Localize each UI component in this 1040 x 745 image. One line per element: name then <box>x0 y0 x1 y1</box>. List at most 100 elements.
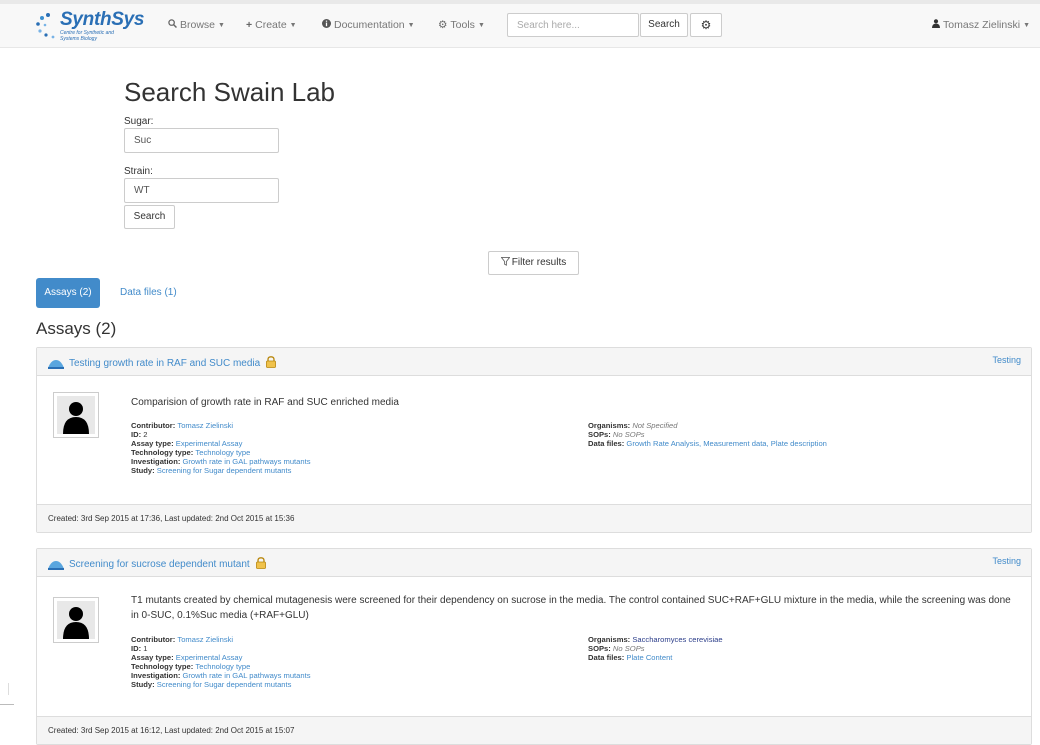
organisms-value: Not Specified <box>632 421 678 430</box>
assay-card-footer: Created: 3rd Sep 2015 at 16:12, Last upd… <box>37 716 1031 744</box>
chevron-down-icon: ▼ <box>289 21 297 29</box>
user-name: Tomasz Zielinski <box>943 19 1021 31</box>
meta-key: SOPs <box>588 430 609 439</box>
meta-key: Contributor <box>131 635 173 644</box>
project-tag-link[interactable]: Testing <box>992 556 1021 566</box>
logo-wordmark: SynthSys <box>60 9 145 30</box>
contributor-link[interactable]: Tomasz Zielinski <box>177 635 233 644</box>
assay-details-right: Organisms: Saccharomyces cerevisiae SOPs… <box>588 635 723 662</box>
investigation-link[interactable]: Growth rate in GAL pathways mutants <box>182 671 310 680</box>
organisms-link[interactable]: Saccharomyces cerevisiae <box>632 635 722 644</box>
page-edge-divider <box>0 704 14 705</box>
contributor-link[interactable]: Tomasz Zielinski <box>177 421 233 430</box>
meta-key: Assay type <box>131 653 172 662</box>
assay-title-link[interactable]: Testing growth rate in RAF and SUC media <box>69 356 277 371</box>
assay-card-header: Testing growth rate in RAF and SUC media… <box>37 348 1031 376</box>
investigation-link[interactable]: Growth rate in GAL pathways mutants <box>182 457 310 466</box>
assay-details-left: Contributor: Tomasz Zielinski ID: 2 Assa… <box>131 421 311 475</box>
chevron-down-icon: ▼ <box>218 21 225 29</box>
assay-card: Screening for sucrose dependent mutant T… <box>36 548 1032 745</box>
assay-details-left: Contributor: Tomasz Zielinski ID: 1 Assa… <box>131 635 311 689</box>
lock-icon <box>255 557 267 572</box>
sops-value: No SOPs <box>612 644 645 653</box>
data-files-links[interactable]: Plate Content <box>626 653 672 662</box>
info-circle-icon <box>322 19 331 31</box>
assay-id: 1 <box>143 644 148 653</box>
chevron-down-icon: ▼ <box>1023 21 1030 29</box>
chevron-down-icon: ▼ <box>407 21 415 29</box>
avatar-silhouette-icon <box>57 601 95 639</box>
assay-card-header: Screening for sucrose dependent mutant T… <box>37 549 1031 577</box>
site-search-button[interactable]: Search <box>640 13 688 37</box>
logo-dots-icon <box>36 13 55 39</box>
nav-documentation-menu[interactable]: Documentation ▼ <box>322 19 415 31</box>
technology-type-link[interactable]: Technology type <box>195 662 250 671</box>
assay-details-right: Organisms: Not Specified SOPs: No SOPs D… <box>588 421 827 448</box>
study-link[interactable]: Screening for Sugar dependent mutants <box>157 680 292 689</box>
search-submit-button[interactable]: Search <box>124 205 175 229</box>
assay-type-link[interactable]: Experimental Assay <box>176 439 243 448</box>
study-link[interactable]: Screening for Sugar dependent mutants <box>157 466 292 475</box>
filter-icon <box>500 253 511 275</box>
navbar-top-border <box>0 0 1040 4</box>
assay-timestamps: Created: 3rd Sep 2015 at 16:12, Last upd… <box>48 726 295 735</box>
technology-type-link[interactable]: Technology type <box>195 448 250 457</box>
meta-key: Assay type <box>131 439 172 448</box>
strain-label: Strain: <box>124 166 153 177</box>
assay-timestamps: Created: 3rd Sep 2015 at 17:36, Last upd… <box>48 514 295 523</box>
meta-key: SOPs <box>588 644 609 653</box>
nav-create-label: Create <box>255 19 287 31</box>
assay-description: Comparision of growth rate in RAF and SU… <box>131 397 399 408</box>
filter-results-button[interactable]: Filter results <box>488 251 579 275</box>
logo-tagline: Centre for Synthetic and Systems Biology <box>60 30 114 42</box>
chevron-down-icon: ▼ <box>477 21 485 29</box>
meta-key: Organisms <box>588 635 628 644</box>
user-menu[interactable]: Tomasz Zielinski ▼ <box>932 19 1030 31</box>
avatar-silhouette-icon <box>57 396 95 434</box>
contributor-avatar[interactable] <box>53 392 99 438</box>
assay-id: 2 <box>143 430 148 439</box>
assay-flask-icon <box>47 357 65 372</box>
user-icon <box>932 19 943 31</box>
project-tag-link[interactable]: Testing <box>992 355 1021 365</box>
filter-results-label: Filter results <box>511 257 567 268</box>
meta-key: Data files <box>588 439 622 448</box>
meta-key: Study <box>131 466 153 475</box>
meta-key: Data files <box>588 653 622 662</box>
strain-input[interactable] <box>124 178 279 203</box>
meta-key: Technology type <box>131 448 191 457</box>
meta-key: Contributor <box>131 421 173 430</box>
search-icon <box>168 19 177 31</box>
nav-tools-label: Tools <box>450 19 475 31</box>
gear-icon: ⚙ <box>700 18 712 32</box>
nav-browse-label: Browse <box>180 19 216 31</box>
meta-key: Organisms <box>588 421 628 430</box>
synthsys-logo[interactable]: SynthSys Centre for Synthetic and System… <box>34 9 150 45</box>
meta-key: Investigation <box>131 671 178 680</box>
sops-value: No SOPs <box>612 430 645 439</box>
gear-icon: ⚙ <box>438 19 448 31</box>
meta-key: ID <box>131 644 139 653</box>
site-search-input[interactable] <box>507 13 639 37</box>
assay-card-footer: Created: 3rd Sep 2015 at 17:36, Last upd… <box>37 504 1031 532</box>
sugar-input[interactable] <box>124 128 279 153</box>
meta-key: Study <box>131 680 153 689</box>
meta-key: Investigation <box>131 457 178 466</box>
assay-title-text: Testing growth rate in RAF and SUC media <box>69 358 261 369</box>
settings-button[interactable]: ⚙ <box>690 13 722 37</box>
nav-create-menu[interactable]: + Create ▼ <box>246 19 297 31</box>
assay-title-link[interactable]: Screening for sucrose dependent mutant <box>69 557 267 572</box>
tab-assays[interactable]: Assays (2) <box>36 278 100 308</box>
data-files-links[interactable]: Growth Rate Analysis, Measurement data, … <box>626 439 827 448</box>
sugar-label: Sugar: <box>124 116 154 127</box>
assay-type-link[interactable]: Experimental Assay <box>176 653 243 662</box>
nav-tools-menu[interactable]: ⚙ Tools ▼ <box>438 19 485 31</box>
assay-description: T1 mutants created by chemical mutagenes… <box>131 595 1011 621</box>
section-title: Assays (2) <box>36 319 117 338</box>
meta-key: Technology type <box>131 662 191 671</box>
plus-icon: + <box>246 19 253 31</box>
contributor-avatar[interactable] <box>53 597 99 643</box>
page-edge-divider <box>8 683 9 695</box>
nav-browse-menu[interactable]: Browse ▼ <box>168 19 225 31</box>
tab-data-files[interactable]: Data files (1) <box>108 278 189 308</box>
